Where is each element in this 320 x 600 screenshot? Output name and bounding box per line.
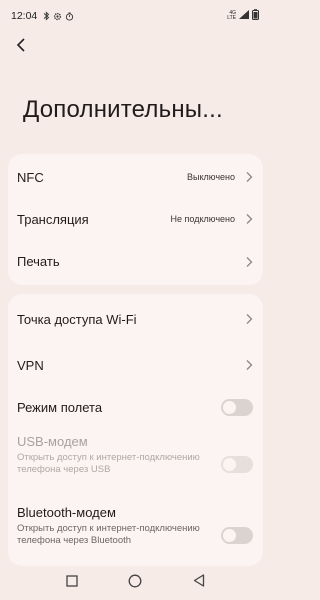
- back-icon: [193, 574, 205, 592]
- chevron-right-icon: [245, 213, 253, 225]
- cast-status: Не подключено: [170, 214, 235, 224]
- cast-label: Трансляция: [17, 211, 89, 227]
- usb-tethering-toggle[interactable]: [221, 455, 253, 473]
- airplane-mode-row[interactable]: Режим полета: [8, 386, 263, 428]
- airplane-mode-toggle[interactable]: [221, 398, 253, 416]
- usb-tethering-row[interactable]: USB-модем Открыть доступ к интернет-подк…: [8, 428, 263, 502]
- home-icon: [128, 574, 142, 593]
- system-back-button[interactable]: [187, 571, 211, 595]
- nfc-row[interactable]: NFC Выключено: [8, 154, 263, 200]
- navigation-bar: [0, 566, 271, 600]
- recent-apps-button[interactable]: [60, 571, 84, 595]
- vpn-label: VPN: [17, 357, 44, 373]
- chevron-right-icon: [245, 313, 253, 325]
- bluetooth-icon: [43, 11, 50, 21]
- bluetooth-tethering-label: Bluetooth-модем: [17, 505, 116, 520]
- cast-row[interactable]: Трансляция Не подключено: [8, 200, 263, 238]
- vpn-row[interactable]: VPN: [8, 344, 263, 386]
- status-bar: 12:04 4G LTE: [0, 0, 271, 32]
- timer-icon: [65, 11, 74, 21]
- chevron-right-icon: [245, 359, 253, 371]
- page-title: Дополнительны...: [23, 96, 223, 123]
- back-button[interactable]: [10, 36, 32, 58]
- usb-tethering-description: Открыть доступ к интернет-подключению те…: [17, 452, 200, 475]
- airplane-mode-label: Режим полета: [17, 399, 103, 415]
- status-time: 12:04: [11, 10, 38, 22]
- network-subtype: LTE: [227, 15, 236, 21]
- tethering-card: Точка доступа Wi-Fi VPN Режим полета USB…: [8, 294, 263, 566]
- hotspot-label: Точка доступа Wi-Fi: [17, 311, 137, 327]
- chevron-right-icon: [245, 256, 253, 268]
- battery-icon: [252, 9, 259, 23]
- print-row[interactable]: Печать: [8, 238, 263, 285]
- recent-apps-icon: [66, 574, 78, 592]
- usb-tethering-label: USB-модем: [17, 434, 88, 449]
- arrow-left-icon: [16, 37, 26, 57]
- gear-icon: [53, 12, 62, 21]
- bluetooth-tethering-toggle[interactable]: [221, 526, 253, 544]
- bluetooth-tethering-description: Открыть доступ к интернет-подключению те…: [17, 523, 200, 546]
- signal-icon: [239, 10, 249, 22]
- bluetooth-tethering-row[interactable]: Bluetooth-модем Открыть доступ к интерне…: [8, 502, 263, 566]
- connections-card: NFC Выключено Трансляция Не подключено П…: [8, 154, 263, 285]
- print-label: Печать: [17, 254, 60, 269]
- hotspot-row[interactable]: Точка доступа Wi-Fi: [8, 294, 263, 344]
- chevron-right-icon: [245, 171, 253, 183]
- nfc-status: Выключено: [187, 172, 235, 182]
- home-button[interactable]: [123, 571, 147, 595]
- nfc-label: NFC: [17, 169, 44, 185]
